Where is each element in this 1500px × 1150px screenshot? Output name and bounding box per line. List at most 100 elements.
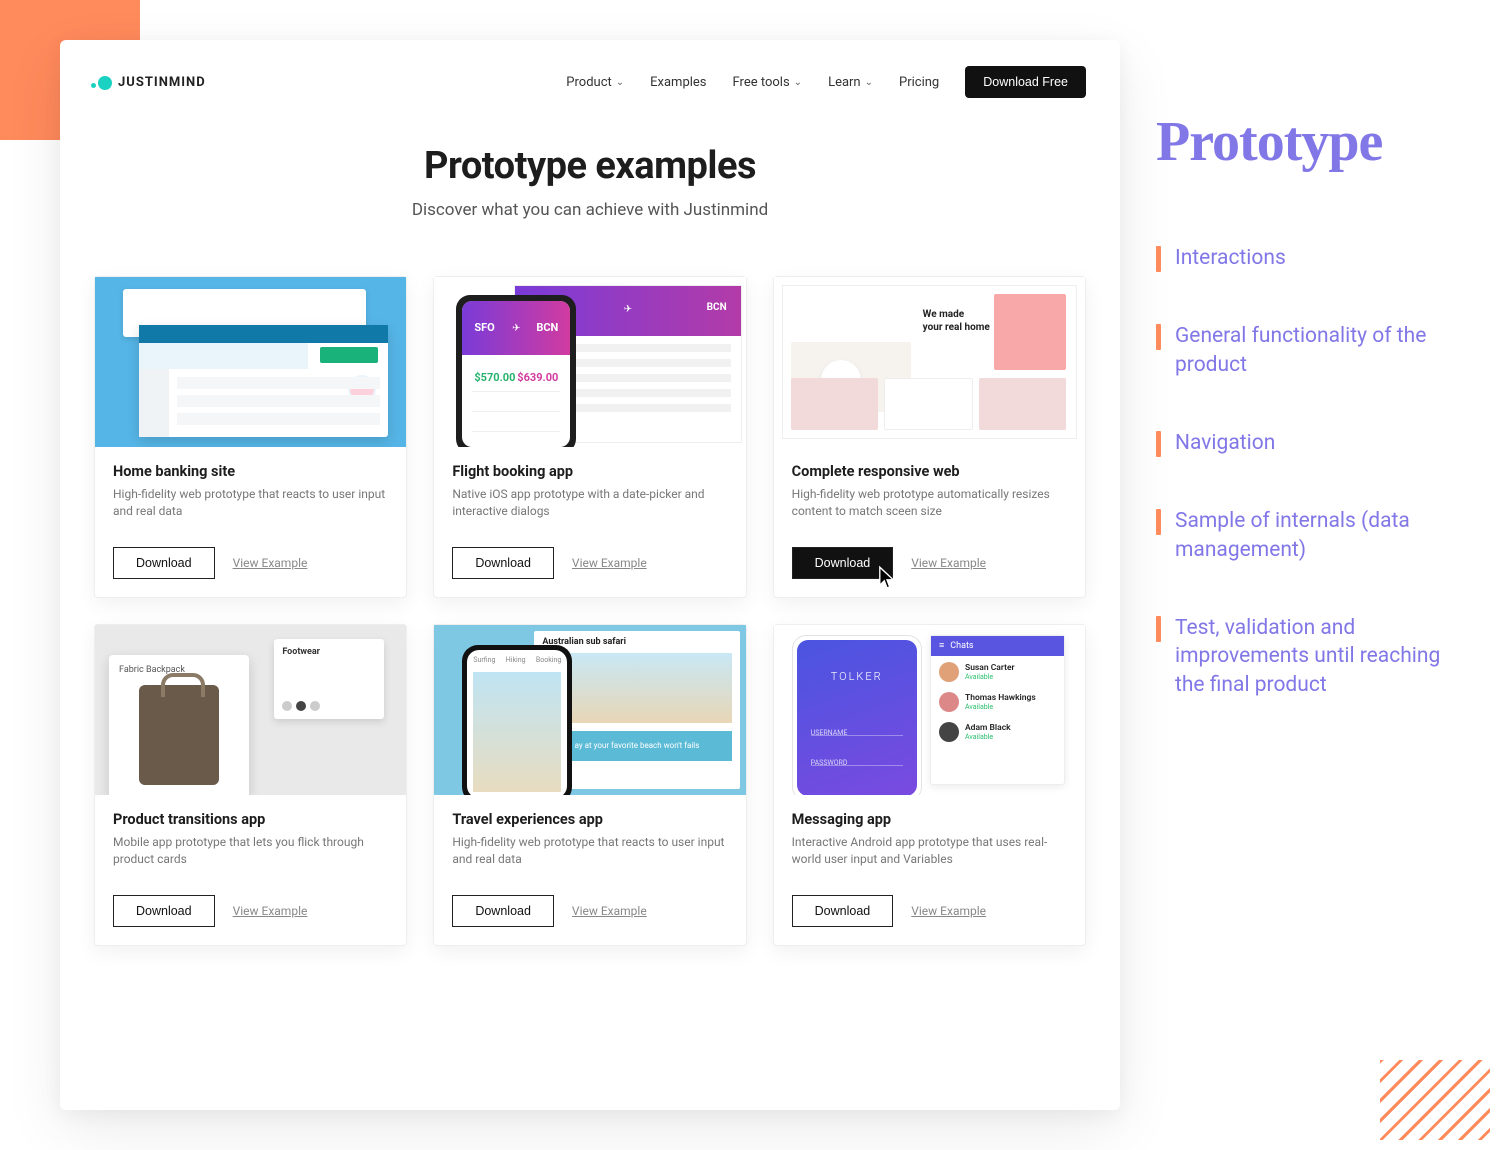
bullet-tick-icon [1156, 431, 1161, 457]
contact-status: Available [965, 703, 1036, 711]
card-desc: High-fidelity web prototype automaticall… [792, 486, 1067, 521]
bullet-text: Navigation [1175, 429, 1275, 457]
brand-name: JUSTINMIND [118, 75, 206, 90]
thumb-tab: Hiking [506, 656, 526, 664]
card-thumbnail: Footwear Fabric Backpack [95, 625, 406, 795]
card-title: Messaging app [792, 811, 1067, 828]
explainer-panel: Prototype Interactions General functiona… [1156, 110, 1466, 699]
bullet-tick-icon [1156, 246, 1161, 272]
contact-status: Available [965, 733, 1011, 741]
view-example-link[interactable]: View Example [572, 556, 647, 570]
download-free-button[interactable]: Download Free [965, 66, 1086, 98]
plane-icon: ✈ [512, 323, 520, 334]
bullet-item: Test, validation and improvements until … [1156, 614, 1466, 699]
thumb-field-user: USERNAME [811, 729, 848, 737]
download-button[interactable]: Download [792, 547, 894, 579]
price-right: $639.00 [517, 371, 558, 384]
bullet-text: Sample of internals (data management) [1175, 507, 1466, 564]
browser-window: JUSTINMIND Product ⌄ Examples Free tools… [60, 40, 1120, 1110]
card-home-banking: Home banking site High-fidelity web prot… [94, 276, 407, 598]
nav-examples-label: Examples [650, 75, 706, 90]
view-example-link[interactable]: View Example [911, 904, 986, 918]
thumb-field-pass: PASSWORD [811, 759, 848, 767]
chevron-down-icon: ⌄ [794, 77, 802, 88]
thumb-tab: Surfing [473, 656, 495, 664]
card-thumbnail: SFO ✈ BCN SFO ✈ BCN $570.00 $639.00 [434, 277, 745, 447]
bullet-item: Interactions [1156, 244, 1466, 272]
contact-status: Available [965, 673, 1015, 681]
nav-pricing-label: Pricing [899, 75, 939, 90]
view-example-link[interactable]: View Example [911, 556, 986, 570]
bullet-text: Interactions [1175, 244, 1286, 272]
card-thumbnail [95, 277, 406, 447]
download-button[interactable]: Download [113, 895, 215, 927]
explainer-bullets: Interactions General functionality of th… [1156, 244, 1466, 699]
download-button[interactable]: Download [113, 547, 215, 579]
navbar: JUSTINMIND Product ⌄ Examples Free tools… [94, 66, 1086, 98]
card-title: Travel experiences app [452, 811, 727, 828]
nav-learn[interactable]: Learn ⌄ [828, 75, 873, 90]
view-example-link[interactable]: View Example [233, 556, 308, 570]
bullet-text: Test, validation and improvements until … [1175, 614, 1466, 699]
hero: Prototype examples Discover what you can… [94, 144, 1086, 220]
contact-name: Adam Black [965, 723, 1011, 733]
thumb-chats-label: Chats [950, 641, 973, 651]
card-desc: Mobile app prototype that lets you flick… [113, 834, 388, 869]
thumb-hero-text: We made your real home [923, 308, 990, 334]
nav-examples[interactable]: Examples [650, 75, 706, 90]
bullet-tick-icon [1156, 324, 1161, 350]
page-title: Prototype examples [94, 144, 1086, 188]
bullet-item: Sample of internals (data management) [1156, 507, 1466, 564]
code-to: BCN [536, 321, 558, 334]
bullet-text: General functionality of the product [1175, 322, 1466, 379]
download-button[interactable]: Download [452, 895, 554, 927]
chevron-down-icon: ⌄ [616, 77, 624, 88]
card-desc: High-fidelity web prototype that reacts … [452, 834, 727, 869]
nav-free-tools[interactable]: Free tools ⌄ [733, 75, 803, 90]
thumb-tab: Booking [536, 656, 561, 664]
plane-icon: ✈ [624, 304, 632, 315]
card-thumbnail: TOLKER USERNAME PASSWORD ≡ Chats Susan Ca… [774, 625, 1085, 795]
contact-name: Thomas Hawkings [965, 693, 1036, 703]
card-title: Product transitions app [113, 811, 388, 828]
page-subtitle: Discover what you can achieve with Justi… [94, 200, 1086, 220]
brand-logo-icon [94, 73, 112, 91]
card-flight-booking: SFO ✈ BCN SFO ✈ BCN $570.00 $639.00 [433, 276, 746, 598]
price-left: $570.00 [474, 371, 515, 384]
view-example-link[interactable]: View Example [233, 904, 308, 918]
download-button[interactable]: Download [452, 547, 554, 579]
nav-product[interactable]: Product ⌄ [566, 75, 624, 90]
card-product-transitions: Footwear Fabric Backpack Product transit… [94, 624, 407, 946]
chevron-down-icon: ⌄ [865, 77, 873, 88]
hamburger-icon: ≡ [939, 640, 944, 651]
card-messaging-app: TOLKER USERNAME PASSWORD ≡ Chats Susan Ca… [773, 624, 1086, 946]
decor-stripes [1380, 1060, 1490, 1140]
nav-pricing[interactable]: Pricing [899, 75, 939, 90]
thumb-contacts: Susan CarterAvailable Thomas HawkingsAva… [939, 662, 1056, 752]
nav-product-label: Product [566, 75, 611, 90]
card-thumbnail: Australian sub safari ay at your favorit… [434, 625, 745, 795]
card-travel-experiences: Australian sub safari ay at your favorit… [433, 624, 746, 946]
nav-learn-label: Learn [828, 75, 861, 90]
bullet-tick-icon [1156, 616, 1161, 642]
code-from: SFO [474, 321, 494, 334]
card-title: Home banking site [113, 463, 388, 480]
nav-free-tools-label: Free tools [733, 75, 790, 90]
thumb-logo: TOLKER [797, 670, 917, 683]
brand[interactable]: JUSTINMIND [94, 73, 206, 91]
card-thumbnail: We made your real home [774, 277, 1085, 447]
contact-name: Susan Carter [965, 663, 1015, 673]
card-desc: Native iOS app prototype with a date-pic… [452, 486, 727, 521]
card-desc: Interactive Android app prototype that u… [792, 834, 1067, 869]
explainer-heading: Prototype [1156, 110, 1466, 174]
thumb-small-label: Footwear [282, 647, 320, 657]
card-responsive-web: We made your real home Complete responsi… [773, 276, 1086, 598]
bullet-item: Navigation [1156, 429, 1466, 457]
card-title: Flight booking app [452, 463, 727, 480]
card-desc: High-fidelity web prototype that reacts … [113, 486, 388, 521]
bullet-item: General functionality of the product [1156, 322, 1466, 379]
nav-links: Product ⌄ Examples Free tools ⌄ Learn ⌄ … [566, 66, 1086, 98]
code-to: BCN [707, 302, 727, 313]
download-button[interactable]: Download [792, 895, 894, 927]
view-example-link[interactable]: View Example [572, 904, 647, 918]
